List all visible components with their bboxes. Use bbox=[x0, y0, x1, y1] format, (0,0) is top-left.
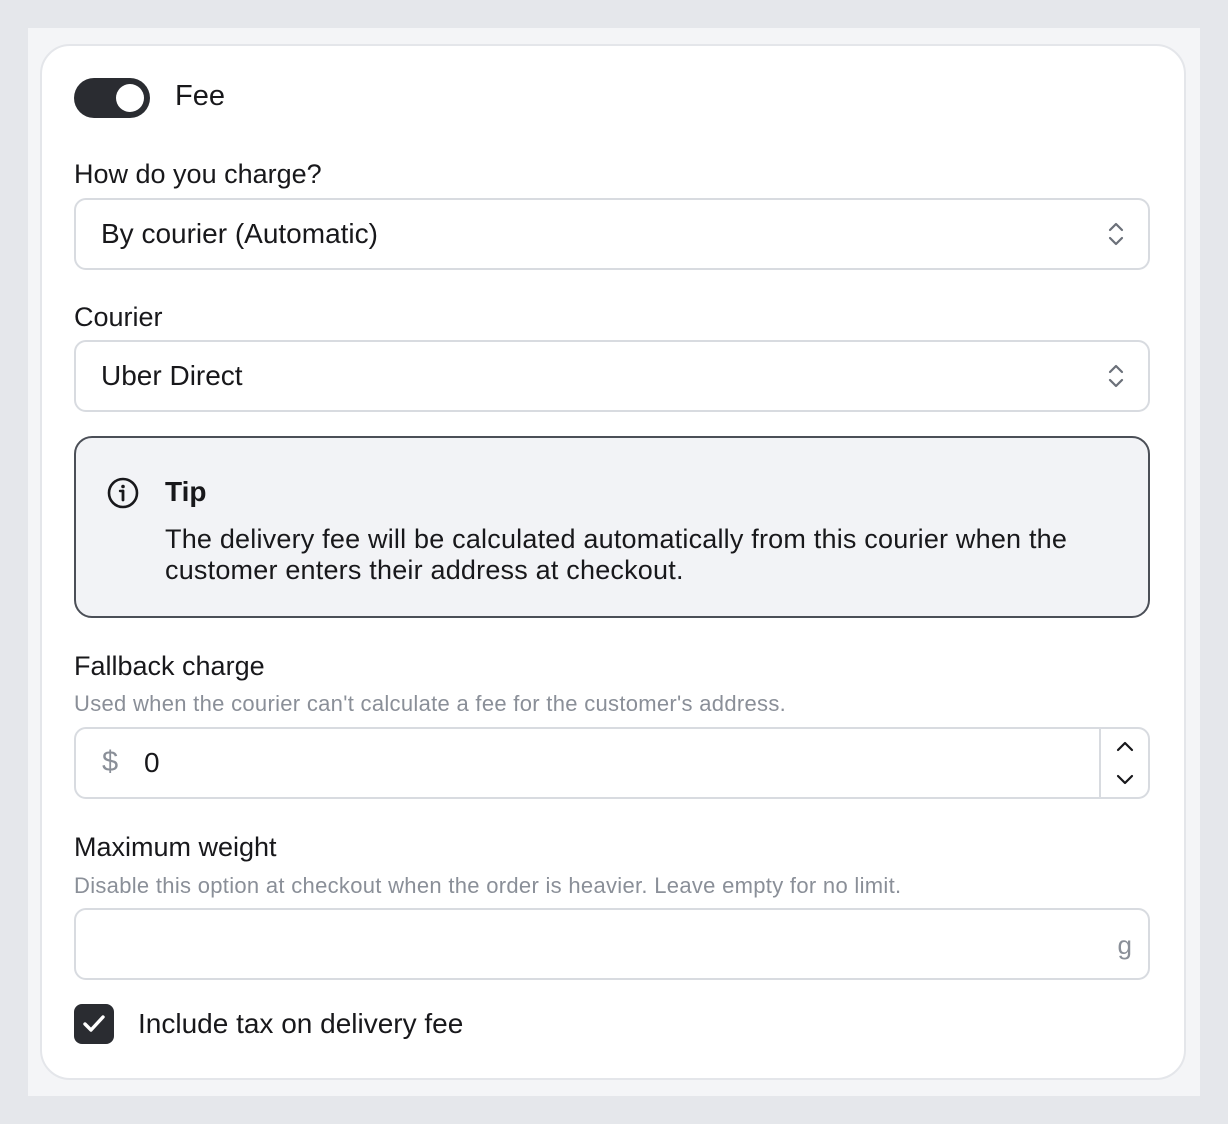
max-weight-input[interactable] bbox=[96, 924, 1080, 964]
tip-title: Tip bbox=[165, 476, 207, 507]
courier-value: Uber Direct bbox=[101, 360, 243, 391]
charge-method-select[interactable]: By courier (Automatic) bbox=[74, 198, 1150, 270]
fallback-value: 0 bbox=[144, 747, 160, 778]
include-tax-label: Include tax on delivery fee bbox=[138, 1008, 464, 1039]
tip-body: The delivery fee will be calculated auto… bbox=[165, 524, 1068, 585]
decrement-button[interactable] bbox=[1101, 763, 1148, 797]
chevron-up-down-icon bbox=[1108, 364, 1124, 388]
courier-label: Courier bbox=[74, 302, 163, 332]
increment-button[interactable] bbox=[1101, 729, 1148, 763]
fee-toggle-label: Fee bbox=[175, 80, 225, 112]
fallback-stepper bbox=[1099, 729, 1148, 797]
toggle-knob bbox=[116, 84, 144, 112]
courier-select[interactable]: Uber Direct bbox=[74, 340, 1150, 412]
fallback-help: Used when the courier can't calculate a … bbox=[74, 691, 787, 716]
currency-prefix: $ bbox=[102, 746, 119, 778]
chevron-down-icon bbox=[1116, 774, 1134, 785]
page-background: Fee How do you charge? By courier (Autom… bbox=[28, 28, 1200, 1096]
charge-method-value: By courier (Automatic) bbox=[101, 218, 378, 249]
charge-method-label: How do you charge? bbox=[74, 159, 322, 189]
chevron-up-icon bbox=[1116, 741, 1134, 752]
chevron-up-down-icon bbox=[1108, 222, 1124, 246]
max-weight-field: g bbox=[74, 908, 1150, 980]
include-tax-checkbox[interactable] bbox=[74, 1004, 114, 1044]
checkmark-icon bbox=[83, 1015, 105, 1032]
max-weight-label: Maximum weight bbox=[74, 832, 277, 862]
info-icon bbox=[107, 477, 139, 509]
fee-toggle[interactable] bbox=[74, 78, 150, 118]
tip-callout: Tip The delivery fee will be calculated … bbox=[74, 436, 1150, 618]
fallback-label: Fallback charge bbox=[74, 651, 265, 681]
delivery-fee-card: Fee How do you charge? By courier (Autom… bbox=[40, 44, 1186, 1080]
weight-unit-suffix: g bbox=[1117, 930, 1132, 960]
fallback-charge-input[interactable]: $ 0 bbox=[74, 727, 1150, 799]
max-weight-help: Disable this option at checkout when the… bbox=[74, 873, 902, 898]
